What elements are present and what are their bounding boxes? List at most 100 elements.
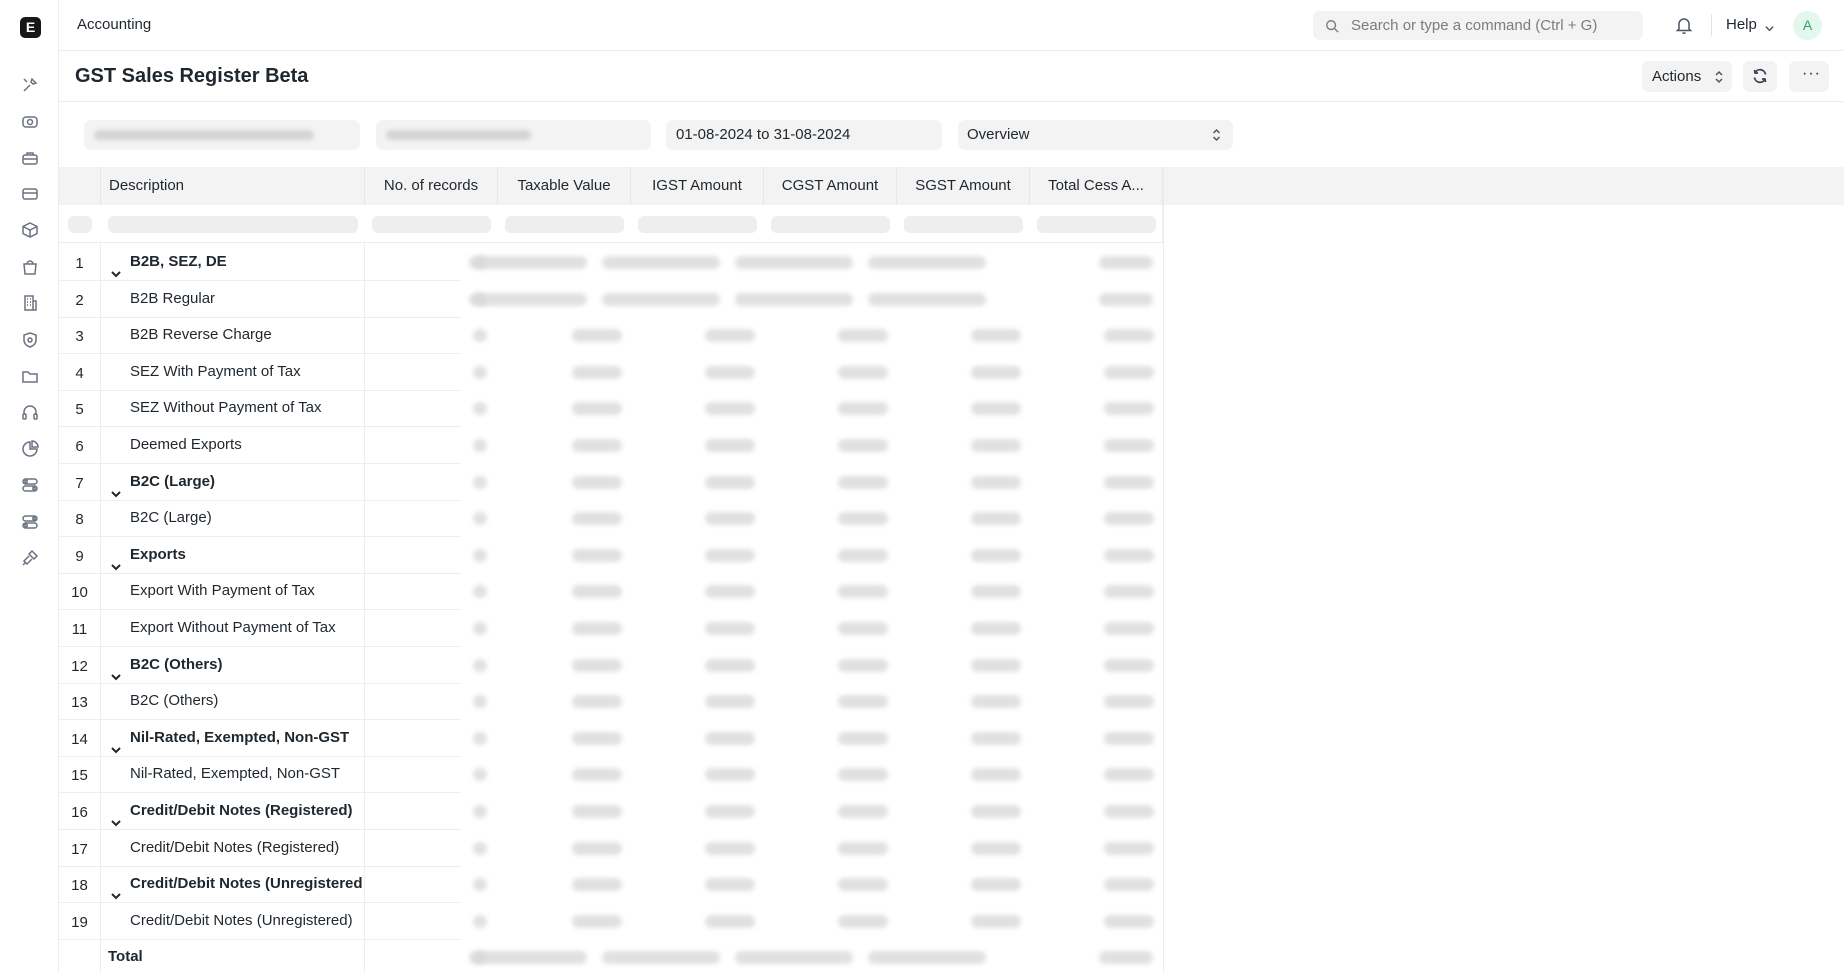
- amount-redacted: [705, 585, 755, 599]
- table-row[interactable]: 4 SEZ With Payment of Tax: [59, 353, 1163, 391]
- folder-icon[interactable]: [20, 366, 40, 386]
- chevron-down-icon[interactable]: [110, 257, 122, 278]
- amount-redacted: [705, 512, 755, 526]
- actions-button[interactable]: Actions: [1642, 61, 1732, 92]
- tools-icon[interactable]: [20, 75, 40, 95]
- description-cell: B2B, SEZ, DE: [101, 244, 365, 281]
- column-filter-input[interactable]: [771, 216, 890, 233]
- record-count-redacted: [473, 805, 487, 818]
- column-filter-input[interactable]: [372, 216, 491, 233]
- description-cell: Export With Payment of Tax: [101, 573, 365, 611]
- search-icon: [1326, 20, 1339, 33]
- pie-chart-icon[interactable]: [20, 439, 40, 459]
- table-row[interactable]: 19 Credit/Debit Notes (Unregistered): [59, 902, 1163, 940]
- column-filter-input[interactable]: [68, 216, 92, 233]
- amount-redacted: [971, 622, 1021, 635]
- toggle-icon[interactable]: [20, 475, 40, 495]
- chevron-down-icon[interactable]: [110, 879, 122, 900]
- table-total-row: Total: [59, 939, 1163, 972]
- building-icon[interactable]: [20, 293, 40, 313]
- description-cell: Exports: [101, 536, 365, 574]
- table-row[interactable]: 8 B2C (Large): [59, 500, 1163, 538]
- record-count-redacted: [473, 475, 487, 489]
- plug-icon[interactable]: [20, 548, 40, 568]
- date-range-filter[interactable]: 01-08-2024 to 31-08-2024: [666, 120, 942, 150]
- table-group-row[interactable]: 16 Credit/Debit Notes (Registered): [59, 793, 1163, 830]
- records-cell: [365, 939, 461, 972]
- description-cell: Credit/Debit Notes (Unregistered: [101, 866, 365, 904]
- toggle-alt-icon[interactable]: [20, 512, 40, 532]
- table-row[interactable]: 10 Export With Payment of Tax: [59, 573, 1163, 611]
- eye-icon[interactable]: [20, 112, 40, 132]
- avatar[interactable]: A: [1793, 11, 1822, 40]
- column-filter-input[interactable]: [108, 216, 358, 233]
- table-row[interactable]: 3 B2B Reverse Charge: [59, 317, 1163, 355]
- col-cgst-amount[interactable]: CGST Amount: [764, 167, 897, 205]
- records-cell: [365, 317, 461, 355]
- col-taxable-value[interactable]: Taxable Value: [498, 167, 631, 205]
- more-options-button[interactable]: ···: [1789, 61, 1829, 92]
- table-group-row[interactable]: 18 Credit/Debit Notes (Unregistered: [59, 866, 1163, 904]
- table-group-row[interactable]: 12 B2C (Others): [59, 646, 1163, 684]
- table-row[interactable]: 13 B2C (Others): [59, 683, 1163, 721]
- chevron-down-icon[interactable]: [110, 806, 122, 827]
- records-cell: [365, 756, 461, 794]
- chevron-down-icon[interactable]: [110, 550, 122, 571]
- report-type-select[interactable]: Overview: [958, 120, 1233, 150]
- app-logo[interactable]: E: [20, 17, 41, 38]
- amount-redacted: [1104, 329, 1154, 343]
- help-menu[interactable]: Help: [1726, 16, 1757, 33]
- table-row[interactable]: 2 B2B Regular: [59, 280, 1163, 318]
- amount-redacted: [705, 731, 755, 745]
- chevron-down-icon[interactable]: [110, 733, 122, 754]
- table-row[interactable]: 17 Credit/Debit Notes (Registered): [59, 829, 1163, 867]
- box-icon[interactable]: [20, 220, 40, 240]
- row-number: 1: [59, 244, 101, 281]
- table-group-row[interactable]: 1 B2B, SEZ, DE: [59, 244, 1163, 281]
- col-no-of-records[interactable]: No. of records: [365, 167, 498, 205]
- bag-icon[interactable]: [20, 257, 40, 277]
- chevron-down-icon[interactable]: [110, 660, 122, 681]
- column-filter-input[interactable]: [505, 216, 624, 233]
- col-igst-amount[interactable]: IGST Amount: [631, 167, 764, 205]
- description-cell: Deemed Exports: [101, 427, 365, 464]
- table-row[interactable]: 11 Export Without Payment of Tax: [59, 610, 1163, 647]
- amount-redacted: [572, 805, 622, 818]
- record-count-redacted: [473, 841, 487, 855]
- col-total-cess[interactable]: Total Cess A...: [1030, 167, 1163, 205]
- amount-redacted: [838, 585, 888, 599]
- breadcrumb[interactable]: Accounting: [77, 16, 151, 33]
- col-sgst-amount[interactable]: SGST Amount: [897, 167, 1030, 205]
- table-row[interactable]: 6 Deemed Exports: [59, 427, 1163, 464]
- table-group-row[interactable]: 9 Exports: [59, 536, 1163, 574]
- amount-redacted: [838, 914, 888, 928]
- column-filter-input[interactable]: [638, 216, 757, 233]
- gstin-filter[interactable]: [376, 120, 651, 150]
- total-label: Total: [101, 939, 365, 972]
- shield-icon[interactable]: [20, 330, 40, 350]
- refresh-button[interactable]: [1743, 61, 1777, 92]
- table-row[interactable]: 5 SEZ Without Payment of Tax: [59, 390, 1163, 428]
- amount-redacted: [971, 805, 1021, 818]
- card-icon[interactable]: [20, 184, 40, 204]
- search-bar[interactable]: Search or type a command (Ctrl + G): [1313, 11, 1643, 40]
- amount-redacted: [1099, 951, 1153, 965]
- column-filter-input[interactable]: [904, 216, 1023, 233]
- headset-icon[interactable]: [20, 403, 40, 423]
- refresh-icon: [1753, 68, 1767, 84]
- briefcase-icon[interactable]: [20, 148, 40, 168]
- table-group-row[interactable]: 7 B2C (Large): [59, 463, 1163, 501]
- column-filter-input[interactable]: [1037, 216, 1156, 233]
- chevron-down-icon[interactable]: [1764, 21, 1775, 32]
- row-number: 18: [59, 866, 101, 904]
- notification-bell-icon[interactable]: [1674, 15, 1694, 35]
- table-group-row[interactable]: 14 Nil-Rated, Exempted, Non-GST: [59, 719, 1163, 757]
- chevron-down-icon[interactable]: [110, 477, 122, 498]
- row-number: 6: [59, 427, 101, 464]
- col-description[interactable]: Description: [101, 167, 365, 205]
- amount-redacted: [1104, 914, 1154, 928]
- table-row[interactable]: 15 Nil-Rated, Exempted, Non-GST: [59, 756, 1163, 794]
- company-filter[interactable]: [84, 120, 360, 150]
- amount-redacted: [1104, 805, 1154, 818]
- amount-redacted: [572, 548, 622, 562]
